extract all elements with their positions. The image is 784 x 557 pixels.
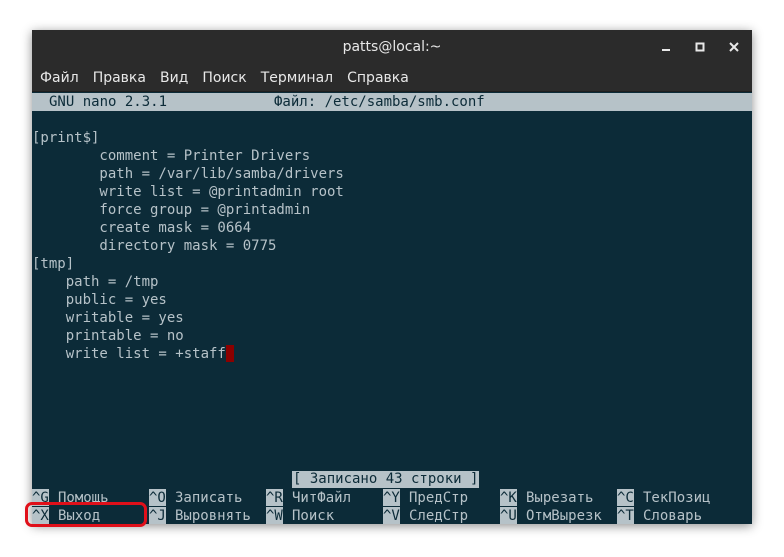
nano-version: GNU nano 2.3.1 [49,94,168,110]
exit-highlight-box [25,502,147,527]
shortcut-label: Выровнять [175,508,251,524]
editor-line: path = /var/lib/samba/drivers [32,166,344,182]
maximize-button[interactable] [684,30,716,64]
shortcut-key: ^U [500,507,517,524]
menu-edit[interactable]: Правка [91,70,154,86]
shortcut-label: СледСтр [409,508,469,524]
shortcut-key: ^C [617,489,634,506]
menu-terminal[interactable]: Терминал [259,70,341,86]
editor-line: force group = @printadmin [32,202,311,218]
shortcut-label: ТекПозиц [643,490,711,506]
editor-line: printable = no [32,328,184,344]
text-cursor [225,345,234,362]
editor-line: [tmp] [32,256,75,272]
shortcut-spell[interactable]: ^T Словарь [617,507,702,524]
close-button[interactable] [718,30,750,64]
shortcut-cur-pos[interactable]: ^C ТекПозиц [617,489,710,507]
shortcut-label: Словарь [643,508,703,524]
nano-header: GNU nano 2.3.1 Файл: /etc/samba/smb.conf [32,93,752,111]
editor-line: path = /tmp [32,274,159,290]
menu-search[interactable]: Поиск [200,70,254,86]
shortcut-label: Поиск [292,508,335,524]
shortcut-key: ^V [383,507,400,524]
terminal-window: patts@local:~ Файл Правка Вид Поиск Терм… [32,30,752,524]
shortcut-cut[interactable]: ^K Вырезать [500,489,593,507]
terminal-area[interactable]: GNU nano 2.3.1 Файл: /etc/samba/smb.conf… [32,92,752,524]
shortcut-write[interactable]: ^O Записать [149,489,242,507]
shortcut-key: ^W [266,507,283,524]
shortcut-key: ^J [149,507,166,524]
shortcut-prev-page[interactable]: ^Y ПредСтр [383,489,468,507]
shortcut-read-file[interactable]: ^R ЧитФайл [266,489,351,507]
status-message: [ Записано 43 строки ] [292,471,480,488]
nano-filename: Файл: /etc/samba/smb.conf [274,94,485,110]
title-bar[interactable]: patts@local:~ [32,30,752,64]
close-icon [729,42,739,52]
shortcut-label: Вырезать [526,490,594,506]
shortcut-key: ^O [149,489,166,506]
menu-bar: Файл Правка Вид Поиск Терминал Справка [32,64,752,92]
shortcut-where-is[interactable]: ^W Поиск [266,507,334,524]
shortcut-label: ОтмВырезк [526,508,602,524]
shortcut-label: ЧитФайл [292,490,352,506]
menu-help[interactable]: Справка [345,70,417,86]
window-title: patts@local:~ [342,39,442,55]
menu-file[interactable]: Файл [38,70,87,86]
editor-line: comment = Printer Drivers [32,148,311,164]
editor-line-with-cursor: write list = +staff [32,345,234,363]
editor-line: writable = yes [32,310,184,326]
shortcut-label: ПредСтр [409,490,469,506]
shortcut-next-page[interactable]: ^V СледСтр [383,507,468,524]
editor-line: create mask = 0664 [32,220,252,236]
shortcut-key: ^R [266,489,283,506]
editor-line: [print$] [32,130,100,146]
menu-view[interactable]: Вид [158,70,196,86]
editor-line: public = yes [32,292,167,308]
editor-line: write list = @printadmin root [32,184,344,200]
shortcut-key: ^K [500,489,517,506]
shortcut-justify[interactable]: ^J Выровнять [149,507,251,524]
maximize-icon [695,42,705,52]
editor-line: directory mask = 0775 [32,238,277,254]
editor-line-text: write list = +staff [32,346,226,362]
minimize-icon [662,49,670,51]
shortcut-uncut[interactable]: ^U ОтмВырезк [500,507,602,524]
minimize-button[interactable] [650,30,682,64]
shortcut-key: ^T [617,507,634,524]
shortcut-label: Записать [175,490,243,506]
shortcut-key: ^Y [383,489,400,506]
